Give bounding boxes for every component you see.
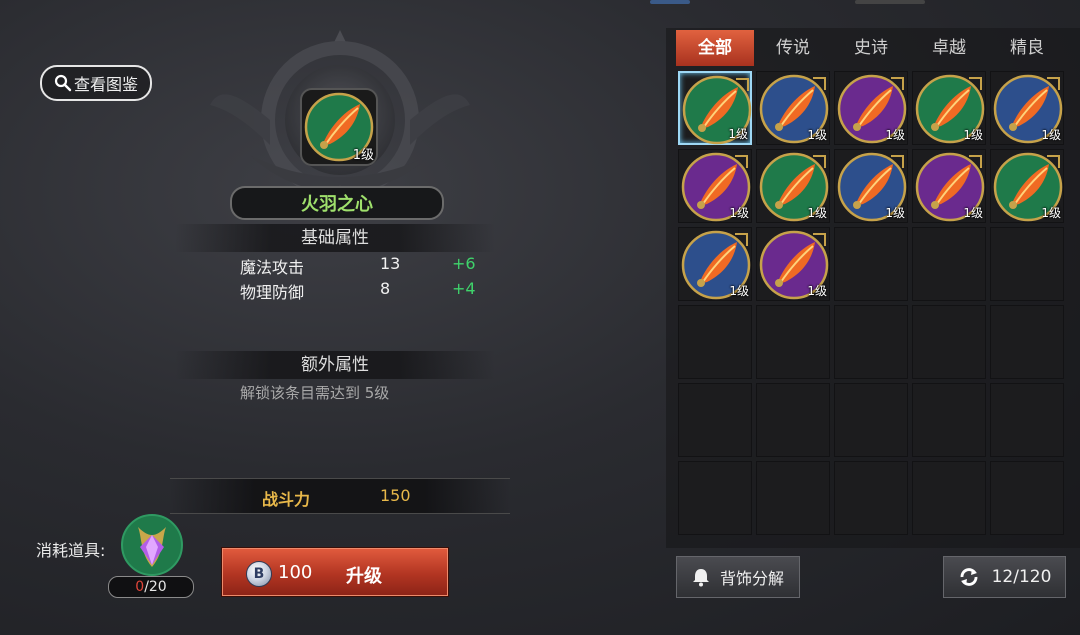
inventory-slot[interactable] — [678, 383, 752, 457]
view-atlas-button[interactable]: 查看图鉴 — [40, 65, 152, 101]
power-value: 150 — [380, 486, 411, 505]
inventory-slot[interactable]: 1级 — [912, 71, 986, 145]
inventory-slot[interactable] — [990, 461, 1064, 535]
inventory-slot[interactable] — [912, 227, 986, 301]
item-level-tag: 1级 — [728, 127, 748, 141]
item-level-tag: 1级 — [729, 206, 749, 220]
base-attrs-header: 基础属性 — [175, 224, 495, 252]
extra-attrs-title: 额外属性 — [301, 355, 369, 375]
selected-item-icon: 1级 — [300, 88, 378, 166]
decompose-label: 背饰分解 — [719, 569, 784, 588]
item-level-tag: 1级 — [352, 148, 374, 163]
item-level-tag: 1级 — [807, 206, 827, 220]
inventory-slot[interactable] — [756, 461, 830, 535]
item-level-tag: 1级 — [729, 284, 749, 298]
tab-label: 传说 — [776, 38, 810, 58]
power-label: 战斗力 — [262, 490, 311, 509]
inventory-slot[interactable] — [678, 461, 752, 535]
coin-icon: B — [246, 561, 272, 587]
item-level-tag: 1级 — [1041, 128, 1061, 142]
attr-name: 物理防御 — [240, 283, 305, 302]
capacity-button[interactable]: 12/120 — [943, 556, 1066, 598]
inventory-slot[interactable]: 1级 — [756, 149, 830, 223]
item-level-tag: 1级 — [807, 128, 827, 142]
consume-count: 0/20 — [108, 576, 194, 598]
attr-bonus: +6 — [452, 254, 476, 273]
inventory-slot[interactable] — [912, 383, 986, 457]
attr-bonus: +4 — [452, 279, 476, 298]
inventory-slot[interactable]: 1级 — [678, 227, 752, 301]
inventory-slot[interactable] — [834, 383, 908, 457]
item-name-bar: 火羽之心 — [230, 186, 444, 220]
base-attrs-title: 基础属性 — [301, 228, 369, 248]
item-level-tag: 1级 — [963, 206, 983, 220]
inventory-slot[interactable] — [912, 461, 986, 535]
consume-count-have: 0 — [135, 579, 145, 595]
inventory-slot[interactable]: 1级 — [756, 227, 830, 301]
inventory-slot[interactable]: 1级 — [678, 149, 752, 223]
inventory-slot[interactable] — [756, 383, 830, 457]
inventory-slot[interactable]: 1级 — [834, 71, 908, 145]
inventory-slot[interactable] — [912, 305, 986, 379]
tab-epic[interactable]: 史诗 — [832, 30, 910, 66]
inventory-slot[interactable] — [990, 383, 1064, 457]
tab-all[interactable]: 全部 — [676, 30, 754, 66]
decompose-button[interactable]: 背饰分解 — [676, 556, 800, 598]
inventory-slot[interactable] — [834, 227, 908, 301]
tab-label: 精良 — [1010, 38, 1044, 58]
attr-row: 物理防御 — [240, 279, 304, 303]
attr-name: 魔法攻击 — [240, 258, 305, 277]
tab-label: 全部 — [698, 38, 732, 58]
inventory-slot[interactable] — [834, 305, 908, 379]
inventory-slot[interactable]: 1级 — [756, 71, 830, 145]
inventory-slot[interactable]: 1级 — [834, 149, 908, 223]
refresh-icon — [960, 568, 977, 586]
inventory-slot[interactable] — [756, 305, 830, 379]
power-bar — [170, 478, 510, 514]
item-level-tag: 1级 — [963, 128, 983, 142]
inventory-slot[interactable]: 1级 — [678, 71, 752, 145]
tab-label: 史诗 — [854, 38, 888, 58]
item-detail-panel: 查看图鉴 1级 火羽之心 基础属性 魔法攻击 13 +6 物理防御 8 +4 额… — [0, 0, 660, 635]
inventory-slot[interactable] — [834, 461, 908, 535]
inventory-slot[interactable] — [990, 305, 1064, 379]
view-atlas-label: 查看图鉴 — [73, 75, 138, 94]
consume-label: 消耗道具: — [36, 541, 106, 560]
item-level-tag: 1级 — [885, 206, 905, 220]
inventory-slot[interactable]: 1级 — [912, 149, 986, 223]
inventory-slot[interactable] — [990, 227, 1064, 301]
item-name: 火羽之心 — [301, 194, 373, 215]
search-icon — [54, 74, 72, 92]
tab-legendary[interactable]: 传说 — [754, 30, 832, 66]
inventory-slot[interactable]: 1级 — [990, 149, 1064, 223]
attr-row: 魔法攻击 — [240, 254, 304, 278]
tab-label: 卓越 — [932, 38, 966, 58]
unlock-hint: 解锁该条目需达到 5级 — [240, 384, 390, 402]
upgrade-label: 升级 — [346, 566, 382, 587]
inventory-slot[interactable] — [678, 305, 752, 379]
capacity-value: 12/120 — [991, 567, 1052, 587]
attr-value: 8 — [380, 279, 391, 298]
attr-value: 13 — [380, 254, 401, 273]
extra-attrs-header: 额外属性 — [175, 351, 495, 379]
tab-excellent[interactable]: 卓越 — [910, 30, 988, 66]
item-level-tag: 1级 — [807, 284, 827, 298]
item-level-tag: 1级 — [885, 128, 905, 142]
bell-icon — [692, 569, 709, 587]
item-level-tag: 1级 — [1041, 206, 1061, 220]
tab-fine[interactable]: 精良 — [988, 30, 1066, 66]
upgrade-cost: 100 — [278, 562, 313, 583]
crystal-icon[interactable] — [120, 513, 184, 577]
inventory-grid: 1级 1级 1级 1级 1级 1级 1级 1级 1级 1级 1级 1级 — [678, 71, 1068, 541]
inventory-slot[interactable]: 1级 — [990, 71, 1064, 145]
top-edge-decor-2 — [855, 0, 925, 4]
consume-count-total: /20 — [144, 579, 167, 595]
